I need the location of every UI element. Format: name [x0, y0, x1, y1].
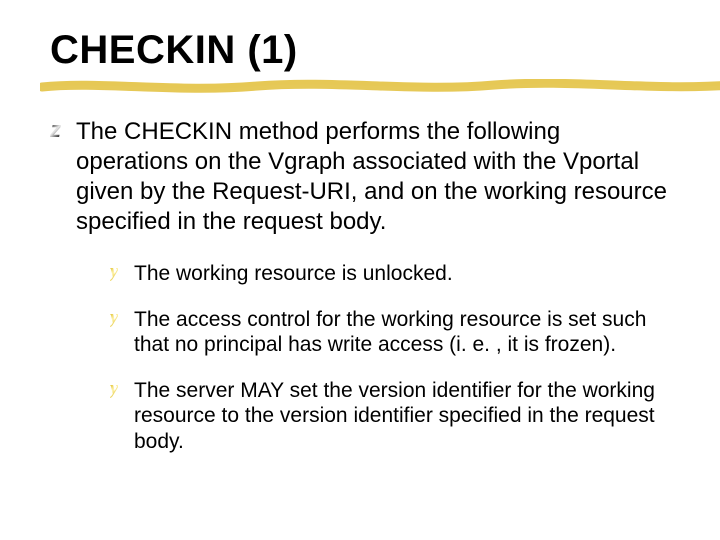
bullet-marker-y-icon: y: [110, 261, 134, 283]
list-item: z The CHECKIN method performs the follow…: [50, 117, 670, 237]
sub-list: y The working resource is unlocked. y Th…: [110, 261, 670, 455]
list-item-text: The server MAY set the version identifie…: [134, 378, 670, 455]
list-item-text: The access control for the working resou…: [134, 307, 670, 358]
bullet-marker-y-icon: y: [110, 378, 134, 400]
list-item: y The server MAY set the version identif…: [110, 378, 670, 455]
bullet-marker-z-icon: z: [50, 117, 76, 143]
list-item: y The access control for the working res…: [110, 307, 670, 358]
title-wrap: CHECKIN (1): [50, 28, 670, 73]
slide-body: z The CHECKIN method performs the follow…: [50, 117, 670, 455]
bullet-marker-y-icon: y: [110, 307, 134, 329]
list-item-text: The working resource is unlocked.: [134, 261, 453, 287]
list-item-text: The CHECKIN method performs the followin…: [76, 117, 670, 237]
list-item: y The working resource is unlocked.: [110, 261, 670, 287]
slide: CHECKIN (1) z The CHECKIN method perform…: [0, 0, 720, 540]
title-underline: [40, 79, 720, 95]
page-title: CHECKIN (1): [50, 28, 670, 73]
